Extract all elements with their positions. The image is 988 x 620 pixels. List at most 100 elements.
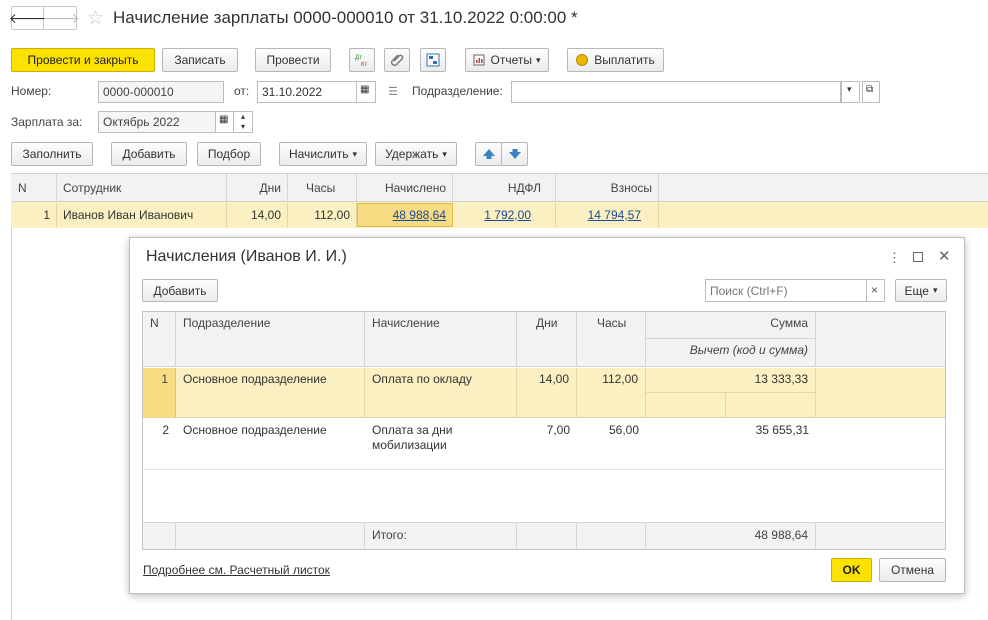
move-down-button[interactable] — [501, 142, 528, 166]
grid-row-dept: Основное подразделение — [183, 423, 327, 437]
pay-button[interactable]: Выплатить — [567, 48, 664, 72]
paperclip-icon — [391, 54, 404, 66]
col-header-accrued[interactable]: Начислено — [357, 174, 453, 201]
department-label: Подразделение: — [412, 84, 503, 98]
select-button[interactable]: Подбор — [197, 142, 261, 166]
post-button[interactable]: Провести — [255, 48, 331, 72]
dt-kt-button[interactable]: Дт Кт — [349, 48, 375, 72]
grid-row-hours: 56,00 — [608, 423, 639, 437]
details-link[interactable]: Подробнее см. Расчетный листок — [143, 563, 330, 577]
reports-label: Отчеты — [490, 53, 532, 67]
svg-text:Кт: Кт — [361, 62, 367, 68]
date-label: от: — [234, 84, 250, 98]
back-arrow-icon[interactable]: 🡐 — [9, 7, 46, 29]
grid-col-sum[interactable]: Сумма — [646, 312, 816, 339]
grid-col-accrual[interactable]: Начисление — [365, 312, 517, 367]
grid-row-hours: 112,00 — [577, 368, 646, 418]
maximize-icon[interactable] — [913, 252, 923, 262]
row-contrib-cell[interactable]: 14 794,57 — [556, 203, 659, 227]
grid-row-days: 7,00 — [546, 423, 570, 437]
more-vert-icon[interactable]: ⋮ — [888, 250, 901, 266]
row-accrued-cell[interactable]: 48 988,64 — [357, 203, 453, 227]
row-ndfl-cell[interactable]: 1 792,00 — [453, 203, 556, 227]
row-n: 1 — [12, 203, 57, 227]
grid-row-n: 1 — [143, 368, 176, 418]
total-sum: 48 988,64 — [646, 522, 816, 549]
row-ndfl[interactable]: 1 792,00 — [484, 208, 531, 222]
report-icon — [473, 54, 485, 66]
close-icon[interactable]: ✕ — [938, 247, 951, 265]
grid-row-accrual: Оплата за дни мобилизации — [372, 423, 453, 452]
col-header-hours[interactable]: Часы — [288, 174, 357, 201]
chevron-down-icon: ▾ — [352, 148, 357, 159]
table-border — [11, 228, 12, 620]
search-input[interactable] — [705, 279, 867, 302]
period-field[interactable]: Октябрь 2022 — [98, 111, 216, 133]
dialog-add-button[interactable]: Добавить — [142, 279, 218, 302]
attach-button[interactable] — [384, 48, 410, 72]
grid-row-deduction-sum[interactable] — [726, 393, 816, 418]
open-icon[interactable]: ⧉ — [862, 81, 880, 103]
svg-text:Дт: Дт — [355, 55, 362, 61]
structure-button[interactable] — [420, 48, 446, 72]
grid-row-deduction-code[interactable] — [646, 393, 726, 418]
col-header-days[interactable]: Дни — [227, 174, 288, 201]
move-up-button[interactable] — [475, 142, 502, 166]
period-calendar-icon[interactable]: ▦ — [215, 111, 234, 133]
col-header-employee[interactable]: Сотрудник — [57, 174, 227, 201]
structure-icon — [426, 53, 440, 67]
cancel-button[interactable]: Отмена — [879, 558, 946, 582]
grid-col-days[interactable]: Дни — [517, 312, 577, 367]
post-and-close-button[interactable]: Провести и закрыть — [11, 48, 155, 72]
grid-row-n: 2 — [162, 423, 169, 437]
more-button[interactable]: Еще ▾ — [895, 279, 947, 302]
withhold-label: Удержать — [385, 147, 439, 161]
search-clear-icon[interactable]: × — [866, 279, 885, 302]
fill-button[interactable]: Заполнить — [11, 142, 93, 166]
add-button[interactable]: Добавить — [111, 142, 187, 166]
ok-button[interactable]: OK — [831, 558, 872, 582]
accrue-button[interactable]: Начислить ▾ — [279, 142, 367, 166]
withhold-button[interactable]: Удержать ▾ — [375, 142, 457, 166]
chevron-down-icon: ▾ — [932, 285, 938, 295]
footer-cell — [176, 522, 365, 549]
number-field[interactable]: 0000-000010 — [98, 81, 224, 103]
row-employee: Иванов Иван Иванович — [57, 203, 227, 227]
arrow-up-icon — [482, 149, 495, 159]
col-header-n[interactable]: N — [12, 174, 57, 201]
arrow-down-icon — [508, 149, 521, 159]
list-icon[interactable]: ☰ — [388, 85, 398, 98]
accrue-label: Начислить — [288, 147, 349, 161]
dt-kt-icon: ДтКт — [355, 55, 367, 68]
grid-col-dept[interactable]: Подразделение — [176, 312, 365, 367]
calendar-icon[interactable]: ▦ — [356, 81, 376, 103]
footer-cell — [143, 522, 176, 549]
page-title: Начисление зарплаты 0000-000010 от 31.10… — [113, 8, 578, 27]
grid-col-hours[interactable]: Часы — [577, 312, 646, 367]
department-field[interactable] — [511, 81, 841, 103]
date-field[interactable]: 31.10.2022 — [257, 81, 357, 103]
accruals-dialog: Начисления (Иванов И. И.) ⋮ ✕ Добавить ×… — [129, 237, 965, 594]
coin-icon — [576, 54, 589, 66]
pay-label: Выплатить — [594, 53, 655, 67]
save-button[interactable]: Записать — [162, 48, 238, 72]
number-label: Номер: — [11, 84, 52, 98]
dialog-title: Начисления (Иванов И. И.) — [146, 248, 347, 265]
more-label: Еще — [904, 283, 929, 298]
row-days: 14,00 — [227, 203, 288, 227]
star-icon[interactable]: ☆ — [87, 7, 104, 30]
period-label: Зарплата за: — [11, 115, 83, 129]
col-header-contrib[interactable]: Взносы — [556, 174, 659, 201]
chevron-down-icon: ▾ — [535, 54, 541, 65]
period-spinner[interactable]: ▴ ▾ — [233, 111, 253, 133]
forward-arrow-icon[interactable]: 🡒 — [42, 7, 80, 29]
grid-row-dept: Основное подразделение — [176, 368, 365, 418]
row-accrued[interactable]: 48 988,64 — [393, 208, 446, 222]
department-dropdown-icon[interactable]: ▾ — [841, 81, 860, 103]
grid-col-n[interactable]: N — [143, 312, 176, 367]
grid-row-days: 14,00 — [517, 368, 577, 418]
reports-button[interactable]: Отчеты ▾ — [465, 48, 549, 72]
col-header-ndfl[interactable]: НДФЛ — [453, 174, 556, 201]
grid-col-deduction[interactable]: Вычет (код и сумма) — [646, 339, 816, 367]
row-contrib[interactable]: 14 794,57 — [588, 208, 641, 222]
